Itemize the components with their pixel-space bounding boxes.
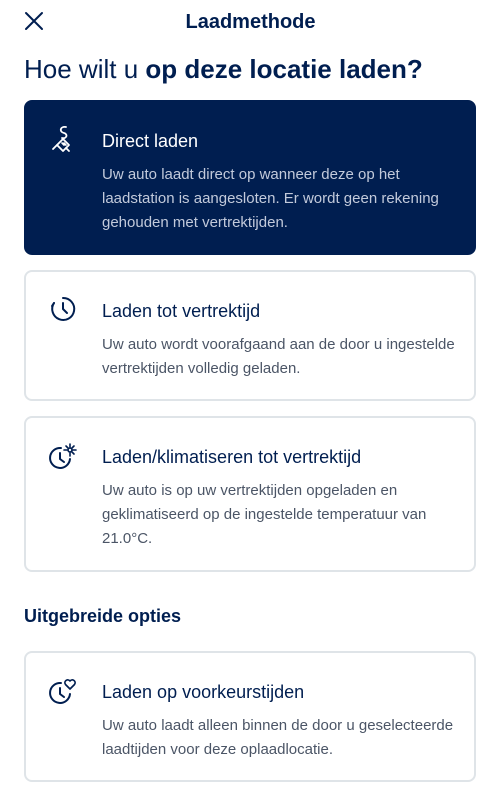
option-title: Direct laden <box>102 131 199 151</box>
option-title: Laden/klimatiseren tot vertrektijd <box>102 447 362 467</box>
question-prefix: Hoe wilt u <box>24 54 146 84</box>
charging-plug-icon <box>48 124 78 154</box>
option-description: Uw auto laadt direct op wanneer deze op … <box>102 166 439 231</box>
option-laden-op-voorkeurstijden[interactable]: Laden op voorkeurstijden Uw auto laadt a… <box>24 651 476 782</box>
option-description: Uw auto is op uw vertrektijden opgeladen… <box>102 482 427 547</box>
option-direct-laden[interactable]: Direct laden Uw auto laadt direct op wan… <box>24 100 476 255</box>
option-laden-klimatiseren[interactable]: Laden/klimatiseren tot vertrektijd Uw au… <box>24 416 476 572</box>
question-bold: op deze locatie laden? <box>145 54 423 84</box>
option-description: Uw auto laadt alleen binnen de door u ge… <box>102 717 454 758</box>
option-description: Uw auto wordt voorafgaand aan de door u … <box>102 336 455 377</box>
option-title: Laden tot vertrektijd <box>102 301 261 321</box>
clock-heart-icon <box>48 677 78 707</box>
clock-icon <box>48 294 78 324</box>
clock-climate-icon <box>48 442 78 472</box>
section-title-advanced: Uitgebreide opties <box>24 606 182 626</box>
question-heading: Hoe wilt u op deze locatie laden? <box>24 54 423 85</box>
page-title: Laadmethode <box>185 11 316 33</box>
option-laden-tot-vertrektijd[interactable]: Laden tot vertrektijd Uw auto wordt voor… <box>24 270 476 401</box>
header-bar: Laadmethode <box>0 0 501 44</box>
option-title: Laden op voorkeurstijden <box>102 682 305 702</box>
